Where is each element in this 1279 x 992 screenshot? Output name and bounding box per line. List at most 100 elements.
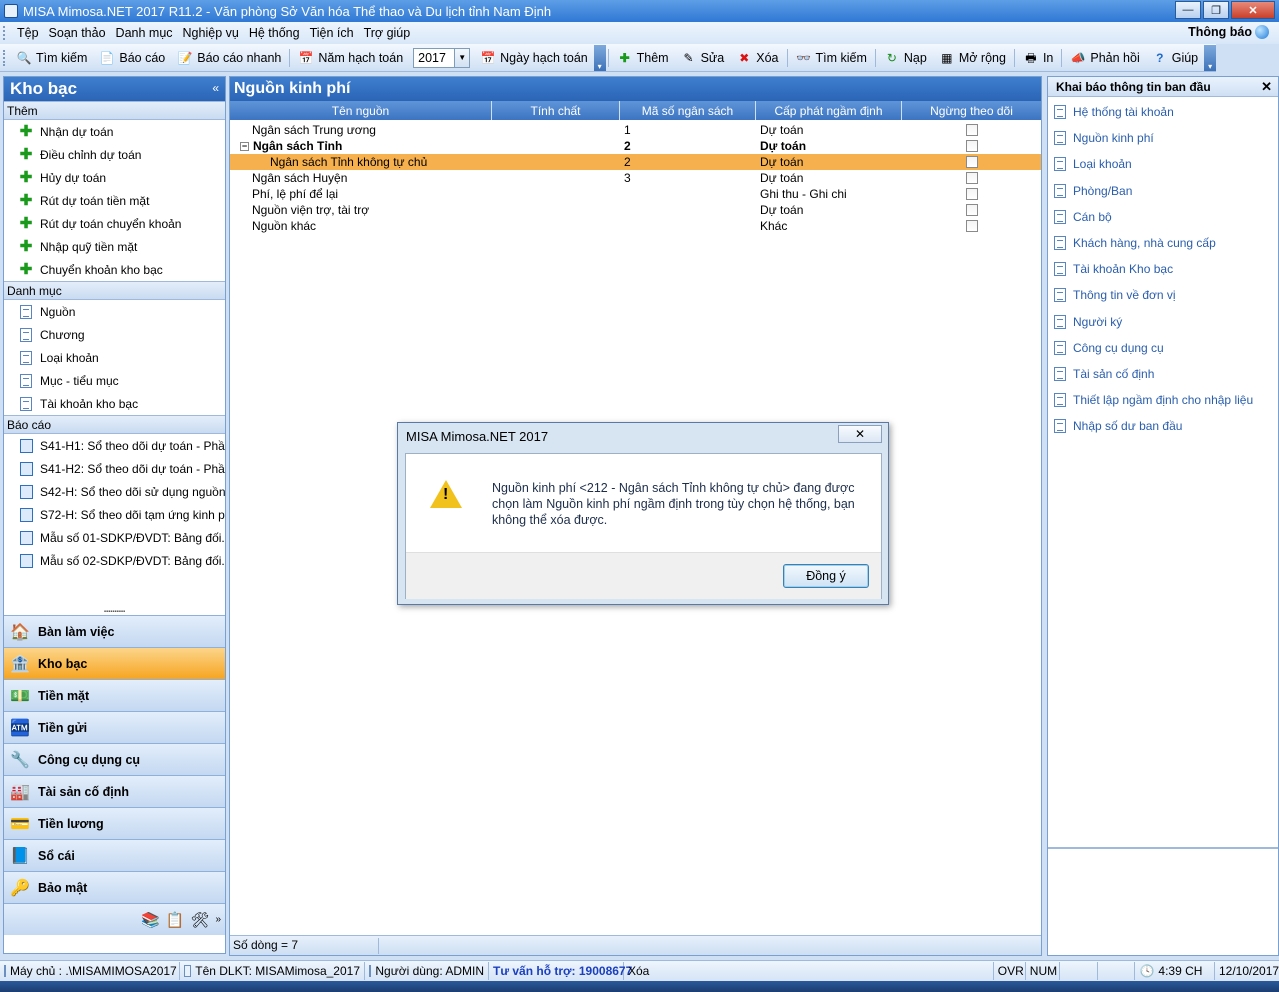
menu-operations[interactable]: Nghiệp vụ (178, 26, 244, 40)
ok-button[interactable]: Đồng ý (783, 564, 869, 588)
setup-link[interactable]: Phòng/Ban (1048, 178, 1278, 204)
list-item[interactable]: Tài khoản kho bạc (4, 392, 225, 415)
close-button[interactable]: ✕ (1231, 1, 1275, 19)
quick-report-button[interactable]: 📝 Báo cáo nhanh (171, 50, 287, 66)
list-item[interactable]: ✚ Rút dự toán chuyển khoản (4, 212, 225, 235)
list-item[interactable]: S41-H2: Sổ theo dõi dự toán - Phầ... (4, 457, 225, 480)
section-add[interactable]: Thêm (4, 101, 225, 120)
print-button[interactable]: 🖶 In (1017, 50, 1059, 66)
table-row[interactable]: Ngân sách Tỉnh không tự chủ 2 Dự toán (230, 154, 1041, 170)
nav-item[interactable]: 🏦 Kho bạc (4, 647, 225, 679)
menu-utilities[interactable]: Tiện ích (305, 26, 359, 40)
setup-link[interactable]: Hệ thống tài khoản (1048, 99, 1278, 125)
table-row[interactable]: Nguồn viện trợ, tài trợ Dự toán (230, 202, 1041, 218)
table-row[interactable]: − Ngân sách Tỉnh 2 Dự toán (230, 138, 1041, 154)
add-button[interactable]: ✚ Thêm (611, 50, 675, 66)
setup-link[interactable]: Loại khoản (1048, 151, 1278, 177)
list-item[interactable]: S42-H: Sổ theo dõi sử dụng nguồn... (4, 480, 225, 503)
setup-link[interactable]: Tài sản cố định (1048, 361, 1278, 387)
toolbar-overflow-icon[interactable]: ▾ (593, 44, 606, 71)
delete-button[interactable]: ✖ Xóa (730, 50, 784, 66)
notification-button[interactable]: Thông báo (1188, 25, 1269, 39)
nav-item[interactable]: 🏭 Tài sản cố định (4, 775, 225, 807)
edit-button[interactable]: ✎ Sửa (675, 50, 731, 66)
section-report[interactable]: Báo cáo (4, 415, 225, 434)
nav-item[interactable]: 🏧 Tiền gửi (4, 711, 225, 743)
menu-edit[interactable]: Soạn thảo (44, 26, 111, 40)
maximize-button[interactable]: ❐ (1203, 1, 1229, 19)
toolbar-separator (1013, 48, 1015, 67)
stop-tracking-checkbox[interactable] (965, 188, 978, 200)
nav-item[interactable]: 🔑 Bảo mật (4, 871, 225, 903)
find-button[interactable]: 👓 Tìm kiếm (790, 50, 873, 66)
table-row[interactable]: Nguồn khác Khác (230, 218, 1041, 234)
tools-icon[interactable]: 🛠 (190, 911, 209, 929)
list-item[interactable]: ✚ Nhận dự toán (4, 120, 225, 143)
toolbar-overflow-icon[interactable]: ▾ (1204, 44, 1217, 71)
setup-link[interactable]: Người ký (1048, 309, 1278, 335)
stop-tracking-checkbox[interactable] (965, 124, 978, 136)
setup-link[interactable]: Nhập số dư ban đầu (1048, 413, 1278, 439)
collapse-toggle-icon[interactable]: − (240, 141, 249, 151)
list-item[interactable]: Mẫu số 01-SDKP/ĐVDT: Bảng đối... (4, 526, 225, 549)
menu-system[interactable]: Hệ thống (244, 26, 305, 40)
menu-file[interactable]: Tệp (12, 26, 44, 40)
setup-link[interactable]: Tài khoản Kho bạc (1048, 256, 1278, 282)
stop-tracking-checkbox[interactable] (965, 140, 978, 152)
list-item[interactable]: ✚ Hủy dự toán (4, 166, 225, 189)
checklist-icon[interactable]: 📋 (166, 911, 185, 929)
setup-link[interactable]: Khách hàng, nhà cung cấp (1048, 230, 1278, 256)
list-item[interactable]: Loại khoản (4, 346, 225, 369)
menu-help[interactable]: Trợ giúp (359, 26, 416, 40)
col-budget-code[interactable]: Mã số ngân sách (620, 101, 756, 120)
stop-tracking-checkbox[interactable] (965, 156, 978, 168)
close-icon[interactable]: ✕ (1261, 79, 1272, 95)
setup-link[interactable]: Thiết lập ngầm định cho nhập liệu (1048, 387, 1278, 413)
list-item[interactable]: ✚ Rút dự toán tiền mặt (4, 189, 225, 212)
list-item[interactable]: ✚ Điều chỉnh dự toán (4, 143, 225, 166)
nav-item[interactable]: 🏠 Bàn làm việc (4, 615, 225, 647)
nav-item[interactable]: 💵 Tiền mặt (4, 679, 225, 711)
stop-tracking-checkbox[interactable] (965, 204, 978, 216)
list-item[interactable]: Nguồn (4, 300, 225, 323)
report-button[interactable]: 📄 Báo cáo (93, 50, 171, 66)
list-item[interactable]: S41-H1: Sổ theo dõi dự toán - Phầ... (4, 434, 225, 457)
setup-link[interactable]: Cán bộ (1048, 204, 1278, 230)
date-button[interactable]: 📅 Ngày hạch toán (474, 50, 594, 66)
nav-item[interactable]: 💳 Tiền lương (4, 807, 225, 839)
feedback-button[interactable]: 📣 Phản hồi (1064, 50, 1145, 66)
year-select[interactable]: 2017 ▼ (413, 47, 471, 68)
col-stop-tracking[interactable]: Ngừng theo dõi (902, 101, 1041, 120)
table-row[interactable]: Ngân sách Trung ương 1 Dự toán (230, 122, 1041, 138)
dropdown-arrow-icon[interactable]: ▼ (454, 48, 470, 67)
setup-link[interactable]: Công cụ dụng cụ (1048, 335, 1278, 361)
section-catalog[interactable]: Danh mục (4, 281, 225, 300)
setup-link[interactable]: Thông tin về đơn vị (1048, 282, 1278, 308)
list-item[interactable]: Mục - tiểu mục (4, 369, 225, 392)
stop-tracking-checkbox[interactable] (965, 220, 978, 232)
more-icon[interactable]: » (215, 914, 221, 925)
list-item[interactable]: Mẫu số 02-SDKP/ĐVDT: Bảng đối... (4, 549, 225, 572)
dialog-close-button[interactable]: ✕ (838, 425, 882, 443)
table-row[interactable]: Ngân sách Huyện 3 Dự toán (230, 170, 1041, 186)
help-button[interactable]: ? Giúp (1146, 50, 1204, 66)
stop-tracking-checkbox[interactable] (965, 172, 978, 184)
col-default-allocation[interactable]: Cấp phát ngầm định (756, 101, 902, 120)
col-nature[interactable]: Tính chất (492, 101, 620, 120)
list-item[interactable]: ✚ Chuyển khoản kho bạc (4, 258, 225, 281)
minimize-button[interactable]: — (1175, 1, 1201, 19)
list-item[interactable]: ✚ Nhập quỹ tiền mặt (4, 235, 225, 258)
books-icon[interactable]: 📚 (141, 911, 160, 929)
list-item[interactable]: Chương (4, 323, 225, 346)
list-item[interactable]: S72-H: Sổ theo dõi tạm ứng kinh p... (4, 503, 225, 526)
menu-catalog[interactable]: Danh mục (111, 26, 178, 40)
col-source-name[interactable]: Tên nguồn (230, 101, 492, 120)
search-button[interactable]: 🔍 Tìm kiếm (10, 50, 93, 66)
nav-item[interactable]: 🔧 Công cụ dụng cụ (4, 743, 225, 775)
table-row[interactable]: Phí, lệ phí để lại Ghi thu - Ghi chi (230, 186, 1041, 202)
collapse-icon[interactable]: « (212, 81, 219, 95)
nav-item[interactable]: 📘 Sổ cái (4, 839, 225, 871)
load-button[interactable]: ↻ Nạp (878, 50, 933, 66)
setup-link[interactable]: Nguồn kinh phí (1048, 125, 1278, 151)
expand-button[interactable]: ▦ Mở rộng (933, 50, 1012, 66)
